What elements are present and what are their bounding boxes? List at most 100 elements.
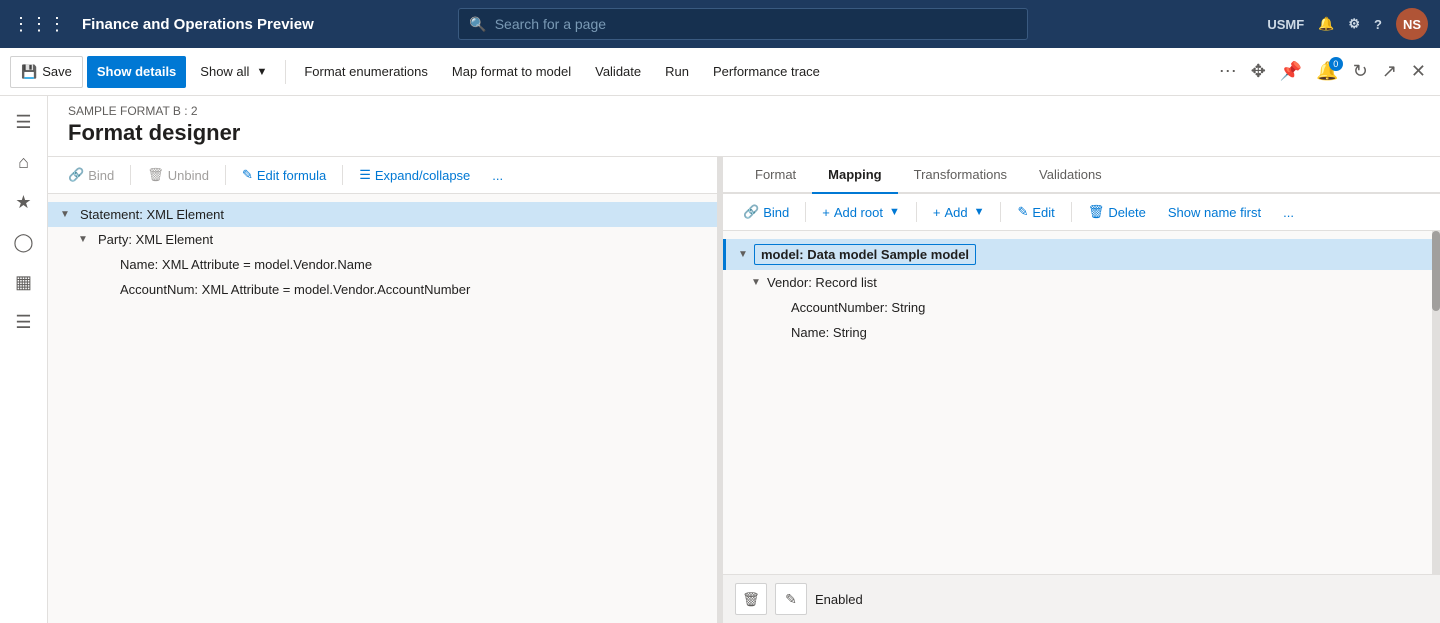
- right-link-icon: 🔗: [743, 204, 759, 220]
- right-sep-1: [805, 202, 806, 222]
- arrow-model: ▼: [738, 249, 750, 260]
- right-more-button[interactable]: ...: [1275, 201, 1302, 224]
- show-all-button[interactable]: Show all ▼: [190, 56, 277, 88]
- right-tree-item-model[interactable]: ▼ model: Data model Sample model: [723, 239, 1432, 270]
- edit-button[interactable]: ✎ Edit: [1009, 200, 1062, 224]
- tab-mapping[interactable]: Mapping: [812, 157, 897, 194]
- page-title: Format designer: [68, 120, 1420, 146]
- edit-formula-button[interactable]: ✎ Edit formula: [234, 163, 334, 187]
- right-sep-3: [1000, 202, 1001, 222]
- settings-icon[interactable]: ⚙: [1348, 16, 1360, 32]
- sidebar-favorites-button[interactable]: ★: [6, 184, 42, 220]
- edit-pencil-icon: ✎: [1017, 204, 1028, 220]
- right-tree-item-name[interactable]: ▼ Name: String: [723, 320, 1432, 345]
- right-scrollbar[interactable]: [1432, 231, 1440, 574]
- add-root-button[interactable]: + Add root ▼: [814, 201, 908, 224]
- left-panel-toolbar: 🔗 Bind 🗑 Unbind ✎ Edit formula: [48, 157, 717, 194]
- notification-icon[interactable]: 🔔: [1318, 16, 1334, 32]
- sidebar: ☰ ⌂ ★ ◯ ▦ ☰: [0, 96, 48, 623]
- right-sep-4: [1071, 202, 1072, 222]
- right-tree: ▼ model: Data model Sample model ▼ Vendo…: [723, 231, 1432, 574]
- tree-item-name[interactable]: ▼ Name: XML Attribute = model.Vendor.Nam…: [48, 252, 717, 277]
- tab-transformations[interactable]: Transformations: [898, 157, 1023, 194]
- expand-icon: ☰: [359, 167, 371, 183]
- right-panel: Format Mapping Transformations Validatio…: [723, 157, 1440, 623]
- expand-collapse-button[interactable]: ☰ Expand/collapse: [351, 163, 478, 187]
- breadcrumb: SAMPLE FORMAT B : 2: [68, 104, 1420, 118]
- close-button[interactable]: ✕: [1407, 57, 1430, 86]
- save-icon: 💾: [21, 64, 37, 80]
- help-icon[interactable]: ?: [1374, 17, 1382, 32]
- tree-label-accountnum: AccountNum: XML Attribute = model.Vendor…: [120, 282, 470, 297]
- add-icon: +: [933, 205, 941, 220]
- tree-label-party: Party: XML Element: [98, 232, 213, 247]
- sidebar-list-button[interactable]: ☰: [6, 304, 42, 340]
- split-container: 🔗 Bind 🗑 Unbind ✎ Edit formula: [48, 157, 1440, 623]
- add-root-dropdown-icon: ▼: [889, 206, 900, 218]
- left-more-button[interactable]: ...: [484, 164, 511, 187]
- panel-sep-3: [342, 165, 343, 185]
- search-icon: 🔍: [469, 16, 486, 33]
- alerts-badge: 0: [1329, 57, 1343, 71]
- edit-icon: ✎: [242, 167, 253, 183]
- tab-validations[interactable]: Validations: [1023, 157, 1118, 194]
- avatar[interactable]: NS: [1396, 8, 1428, 40]
- unbind-icon: 🗑: [147, 167, 164, 183]
- bottom-pencil-icon: ✎: [785, 591, 797, 608]
- add-button[interactable]: + Add ▼: [925, 201, 993, 224]
- right-tree-label-name: Name: String: [791, 325, 867, 340]
- detach-button[interactable]: ↗: [1378, 57, 1401, 86]
- right-tree-item-accountnumber[interactable]: ▼ AccountNumber: String: [723, 295, 1432, 320]
- sidebar-recent-button[interactable]: ◯: [6, 224, 42, 260]
- tree-item-accountnum[interactable]: ▼ AccountNum: XML Attribute = model.Vend…: [48, 277, 717, 302]
- scrollbar-thumb[interactable]: [1432, 231, 1440, 311]
- show-name-first-button[interactable]: Show name first: [1160, 201, 1269, 224]
- tree-item-statement[interactable]: ▼ Statement: XML Element: [48, 202, 717, 227]
- validate-button[interactable]: Validate: [585, 56, 651, 88]
- right-bind-button[interactable]: 🔗 Bind: [735, 200, 797, 224]
- search-bar[interactable]: 🔍: [458, 8, 1028, 40]
- search-input[interactable]: [495, 16, 1018, 32]
- bottom-delete-button[interactable]: 🗑: [735, 583, 767, 615]
- page-header: SAMPLE FORMAT B : 2 Format designer: [48, 96, 1440, 157]
- right-tree-label-accountnumber: AccountNumber: String: [791, 300, 925, 315]
- sidebar-home-button[interactable]: ⌂: [6, 144, 42, 180]
- tree-item-party[interactable]: ▼ Party: XML Element: [48, 227, 717, 252]
- more-options-button[interactable]: ⋯: [1215, 57, 1241, 86]
- toolbar-separator: [285, 60, 286, 84]
- format-enumerations-button[interactable]: Format enumerations: [294, 56, 438, 88]
- add-dropdown-icon: ▼: [974, 206, 985, 218]
- tab-format[interactable]: Format: [739, 157, 812, 194]
- tree-label-name: Name: XML Attribute = model.Vendor.Name: [120, 257, 372, 272]
- panel-sep-1: [130, 165, 131, 185]
- refresh-button[interactable]: ↻: [1349, 57, 1372, 86]
- sidebar-menu-button[interactable]: ☰: [6, 104, 42, 140]
- bottom-edit-button[interactable]: ✎: [775, 583, 807, 615]
- unbind-button[interactable]: 🗑 Unbind: [139, 163, 217, 187]
- right-tree-wrapper: ▼ model: Data model Sample model ▼ Vendo…: [723, 231, 1440, 574]
- designer-icon-button[interactable]: ✥: [1247, 57, 1270, 86]
- performance-trace-button[interactable]: Performance trace: [703, 56, 830, 88]
- map-format-button[interactable]: Map format to model: [442, 56, 581, 88]
- arrow-statement: ▼: [60, 209, 72, 220]
- link-icon: 🔗: [68, 167, 84, 183]
- tree-label-statement: Statement: XML Element: [80, 207, 224, 222]
- arrow-party: ▼: [78, 234, 90, 245]
- company-label: USMF: [1267, 17, 1304, 32]
- show-details-button[interactable]: Show details: [87, 56, 186, 88]
- pin-icon-button[interactable]: 📌: [1276, 57, 1306, 86]
- delete-button[interactable]: 🗑 Delete: [1080, 200, 1154, 224]
- run-button[interactable]: Run: [655, 56, 699, 88]
- notification-badge-wrapper: 🔔 0: [1312, 57, 1342, 86]
- panel-sep-2: [225, 165, 226, 185]
- enabled-label: Enabled: [815, 592, 863, 607]
- bind-button[interactable]: 🔗 Bind: [60, 163, 122, 187]
- content-area: SAMPLE FORMAT B : 2 Format designer 🔗 Bi…: [48, 96, 1440, 623]
- right-tree-label-model: model: Data model Sample model: [754, 244, 976, 265]
- grid-icon[interactable]: ⋮⋮⋮: [12, 14, 66, 35]
- right-tree-item-vendor[interactable]: ▼ Vendor: Record list: [723, 270, 1432, 295]
- add-root-icon: +: [822, 205, 830, 220]
- left-panel: 🔗 Bind 🗑 Unbind ✎ Edit formula: [48, 157, 718, 623]
- sidebar-workspaces-button[interactable]: ▦: [6, 264, 42, 300]
- save-button[interactable]: 💾 Save: [10, 56, 83, 88]
